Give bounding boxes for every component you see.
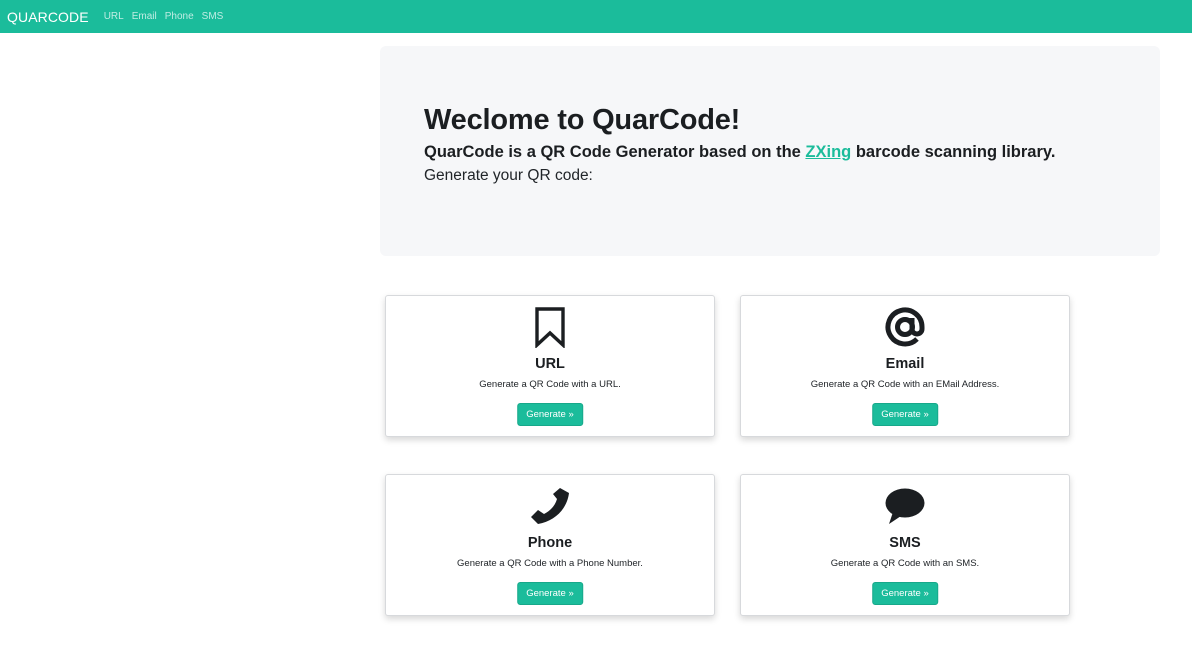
card-description: Generate a QR Code with an EMail Address…: [810, 379, 1000, 390]
card-phone: Phone Generate a QR Code with a Phone Nu…: [385, 474, 715, 616]
speech-bubble-icon: [885, 488, 925, 524]
generate-phone-button[interactable]: Generate »: [517, 582, 583, 605]
subheading-text-after: barcode scanning library.: [851, 143, 1056, 161]
bookmark-icon: [535, 307, 565, 348]
nav-link-email[interactable]: Email: [132, 11, 157, 22]
card-title: Phone: [527, 535, 573, 551]
card-description: Generate a QR Code with a URL.: [479, 379, 621, 390]
subheading-text-before: QuarCode is a QR Code Generator based on…: [424, 143, 806, 161]
card-description: Generate a QR Code with an SMS.: [830, 558, 980, 569]
welcome-heading: Weclome to QuarCode!: [424, 104, 741, 136]
card-email: Email Generate a QR Code with an EMail A…: [740, 295, 1070, 437]
zxing-link[interactable]: ZXing: [805, 143, 851, 161]
nav-link-phone[interactable]: Phone: [165, 11, 194, 22]
nav-link-sms[interactable]: SMS: [202, 11, 224, 22]
at-sign-icon: [885, 307, 925, 347]
welcome-jumbotron: Weclome to QuarCode! QuarCode is a QR Co…: [380, 46, 1160, 256]
welcome-subheading: QuarCode is a QR Code Generator based on…: [424, 141, 1160, 163]
generate-email-button[interactable]: Generate »: [872, 403, 938, 426]
generate-sms-button[interactable]: Generate »: [872, 582, 938, 605]
generate-url-button[interactable]: Generate »: [517, 403, 583, 426]
card-title: Email: [885, 356, 925, 372]
card-title: SMS: [889, 535, 921, 551]
welcome-text: Generate your QR code:: [424, 167, 593, 184]
brand-link[interactable]: QUARCODE: [7, 9, 89, 25]
card-url: URL Generate a QR Code with a URL. Gener…: [385, 295, 715, 437]
nav-link-url[interactable]: URL: [104, 11, 124, 22]
phone-icon: [531, 488, 569, 524]
card-description: Generate a QR Code with a Phone Number.: [457, 558, 643, 569]
card-title: URL: [535, 356, 565, 372]
card-sms: SMS Generate a QR Code with an SMS. Gene…: [740, 474, 1070, 616]
top-navbar: QUARCODE URL Email Phone SMS: [0, 0, 1192, 33]
